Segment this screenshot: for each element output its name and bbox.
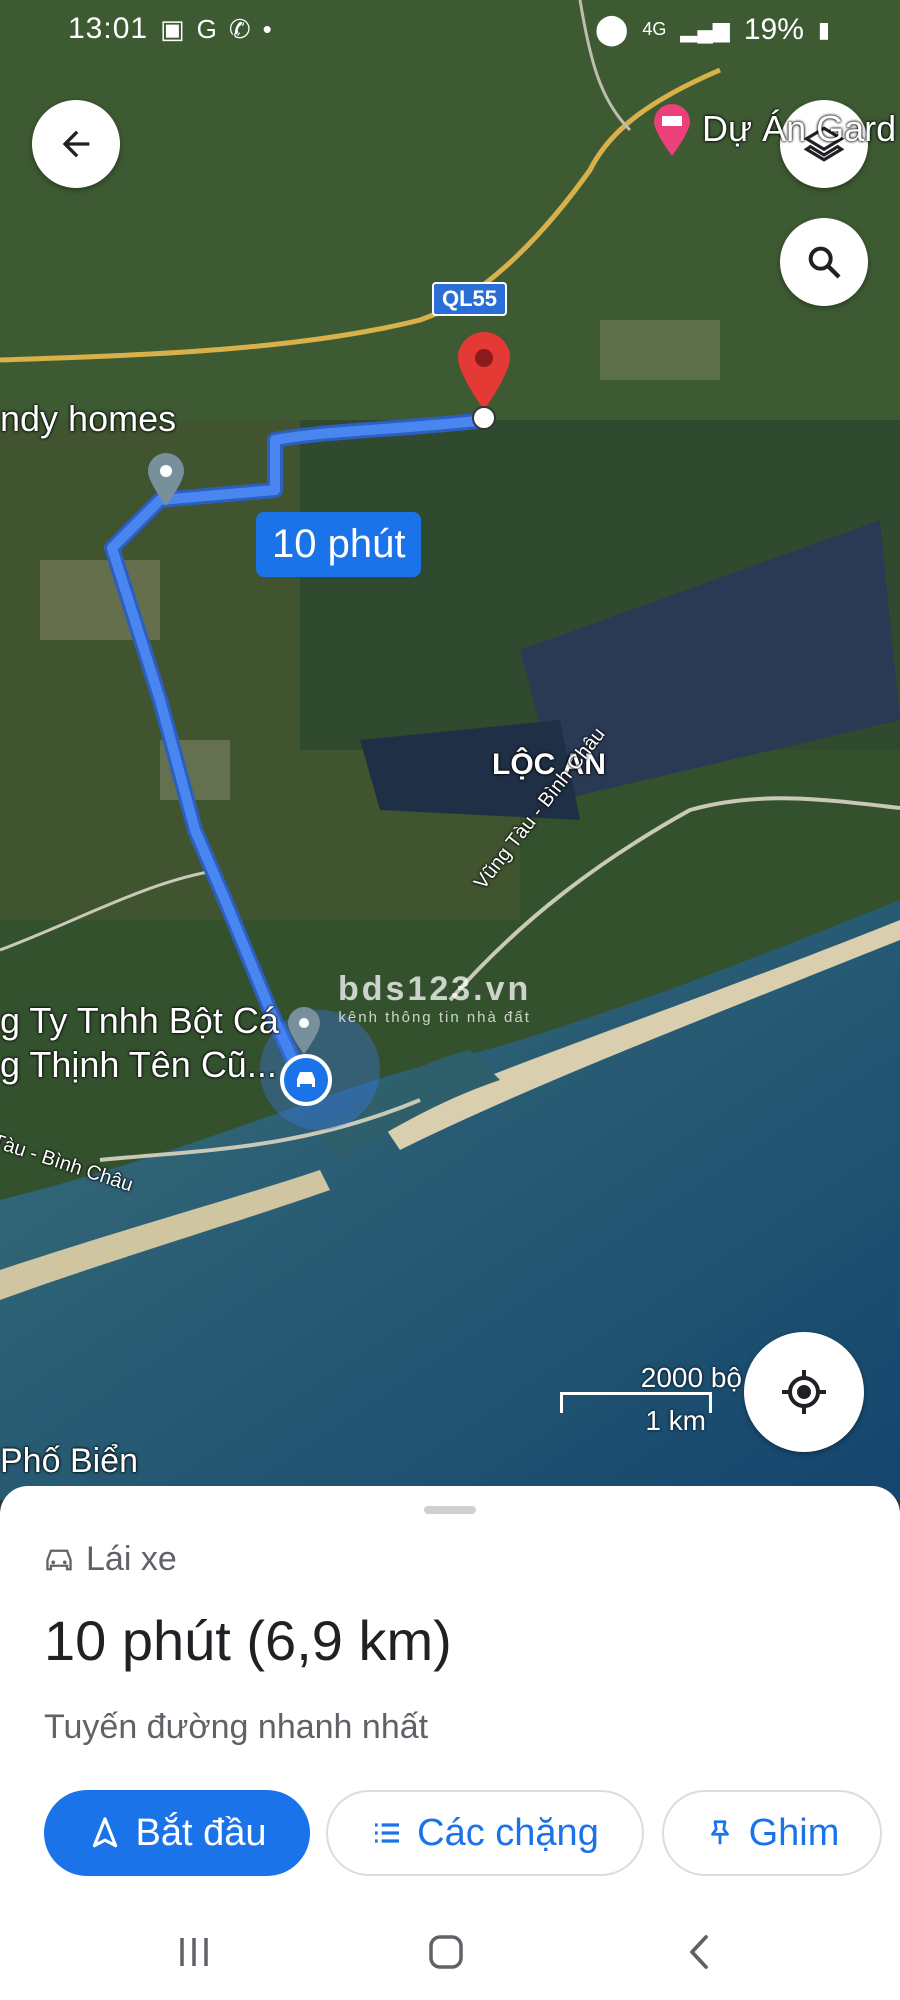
map-view[interactable]: 13:01 ▣ G ✆ • ⬤ 4G ▂▄▆ 19% ▮ Dự Án Gard … [0,0,900,1500]
start-button[interactable]: Bắt đầu [44,1790,310,1876]
home-icon[interactable] [426,1932,466,1972]
origin-pin-icon[interactable] [286,1006,322,1054]
google-icon: G [196,14,217,44]
watermark-main: bds123.vn [338,970,532,1008]
scale-imperial: 2000 bộ [640,1362,742,1393]
directions-sheet[interactable]: Lái xe 10 phút (6,9 km) Tuyến đường nhan… [0,1486,900,2000]
pin-button[interactable]: Ghim [662,1790,882,1876]
destination-pin-icon[interactable] [456,330,512,430]
battery-icon: ▮ [817,16,830,42]
dot-icon: • [262,14,272,44]
origin-label-line1[interactable]: g Ty Tnhh Bột Cá [0,1000,279,1042]
eta-distance: (6,9 km) [246,1609,452,1672]
list-icon [375,1823,400,1843]
travel-mode-label: Lái xe [86,1540,177,1578]
pin-icon [710,1820,729,1845]
place-label-bottom[interactable]: Phố Biển [0,1442,138,1481]
travel-mode: Lái xe [44,1540,177,1579]
back-button[interactable] [32,100,120,188]
navigation-arrow-icon [92,1817,117,1848]
system-icons: ⬤ 4G ▂▄▆ 19% ▮ [595,12,830,47]
recent-apps-icon[interactable] [174,1934,214,1970]
search-button[interactable] [780,218,868,306]
car-icon [46,1549,72,1570]
start-button-label: Bắt đầu [135,1811,267,1854]
battery-level: 19% [743,12,804,46]
clock: 13:01 [68,12,149,45]
satellite-imagery [0,0,900,1500]
pin-button-label: Ghim [748,1811,840,1854]
watermark-sub: kênh thông tin nhà đất [338,1009,531,1026]
drag-handle[interactable] [424,1506,476,1514]
network-type: 4G [642,19,667,39]
status-bar: 13:01 ▣ G ✆ • ⬤ 4G ▂▄▆ 19% ▮ [0,0,900,64]
back-nav-icon[interactable] [682,1932,718,1972]
steps-button[interactable]: Các chặng [326,1790,644,1876]
gallery-icon: ▣ [160,14,185,44]
hotel-pin-icon[interactable] [652,104,692,156]
place-label-homes[interactable]: ndy homes [0,398,176,440]
route-subtitle: Tuyến đường nhanh nhất [44,1708,429,1746]
crosshair-icon [782,1370,826,1414]
eta-duration: 10 phút [44,1609,231,1672]
my-location-button[interactable] [744,1332,864,1452]
viber-icon: ✆ [228,14,251,44]
scale-line [560,1392,712,1413]
system-nav-bar [0,1906,900,2000]
location-icon: ⬤ [594,13,629,46]
notification-icons: ▣ G ✆ • [160,14,272,45]
route-duration-badge[interactable]: 10 phút [256,512,422,577]
search-icon [808,246,841,279]
eta-summary: 10 phút (6,9 km) [44,1608,452,1673]
car-origin-icon[interactable] [280,1054,332,1106]
place-pin-icon[interactable] [146,452,186,506]
poi-label-top[interactable]: Dự Án Gard [702,108,896,150]
origin-label-line2[interactable]: g Thịnh Tên Cũ... [0,1044,277,1086]
steps-button-label: Các chặng [417,1811,599,1854]
arrow-left-icon [62,130,90,158]
scale-bar: 2000 bộ 1 km [560,1362,742,1437]
watermark: bds123.vn kênh thông tin nhà đất [338,970,531,1026]
signal-icon: ▂▄▆ [680,16,730,42]
road-shield-ql55: QL55 [432,282,508,316]
